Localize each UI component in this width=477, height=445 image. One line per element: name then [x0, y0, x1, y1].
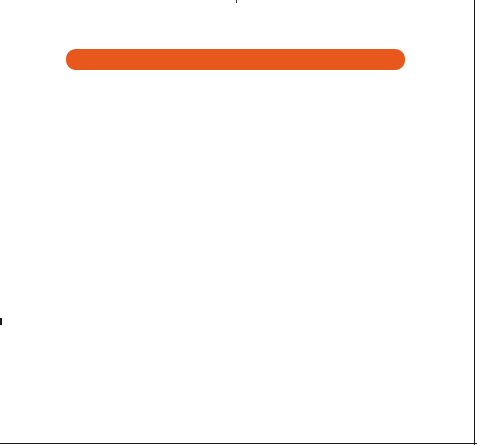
bottom-border-line — [0, 443, 477, 444]
top-edge-tick — [236, 0, 237, 3]
left-edge-tick — [0, 318, 2, 325]
blank-panel — [0, 0, 477, 445]
right-border-line — [474, 0, 475, 445]
orange-action-bar[interactable] — [66, 49, 405, 70]
